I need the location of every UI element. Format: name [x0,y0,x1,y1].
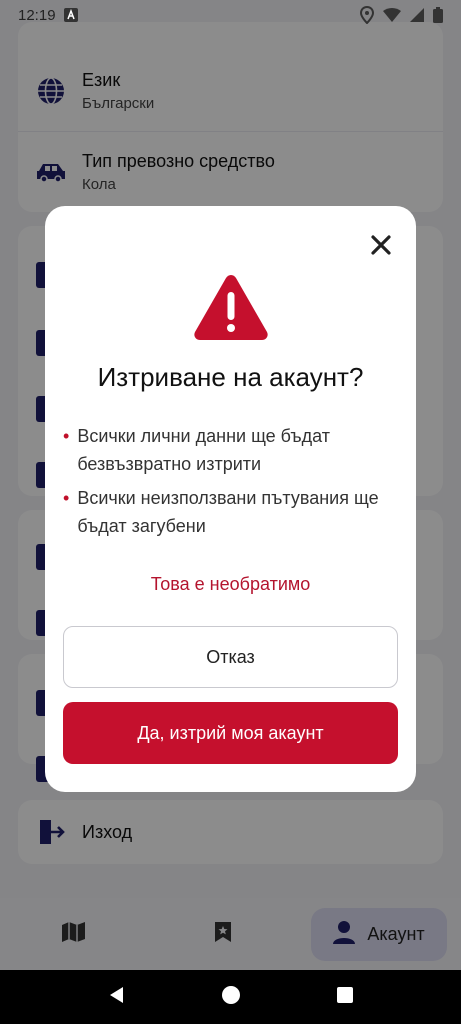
back-icon[interactable] [107,985,127,1010]
bullet-dot: • [63,488,70,508]
close-icon[interactable] [368,232,394,258]
bullet-text: Всички неизползвани пътувания ще бъдат з… [77,488,379,536]
screen: 12:19 Език Български Тип превозно средст… [0,0,461,1024]
signal-icon [410,8,424,22]
bullet-text: Всички лични данни ще бъдат безвъзвратно… [77,426,331,474]
status-bar: 12:19 [0,0,461,30]
battery-icon [433,7,443,23]
cancel-button[interactable]: Отказ [63,626,398,688]
delete-account-dialog: Изтриване на акаунт? • Всички лични данн… [45,206,416,792]
irreversible-warning: Това е необратимо [150,574,311,594]
list-item: • Всички лични данни ще бъдат безвъзврат… [63,422,393,478]
notification-a-icon [63,8,78,22]
confirm-delete-button[interactable]: Да, изтрий моя акаунт [63,702,398,764]
home-icon[interactable] [220,984,242,1011]
warning-icon [193,274,269,342]
status-time: 12:19 [18,6,56,24]
system-nav-bar [0,970,461,1024]
list-item: • Всички неизползвани пътувания ще бъдат… [63,484,393,540]
recents-icon[interactable] [336,986,354,1009]
location-icon [360,6,374,24]
wifi-icon [383,8,401,22]
bullet-dot: • [63,426,70,446]
dialog-title: Изтриване на акаунт? [97,362,364,392]
consequences-list: • Всички лични данни ще бъдат безвъзврат… [63,422,393,546]
